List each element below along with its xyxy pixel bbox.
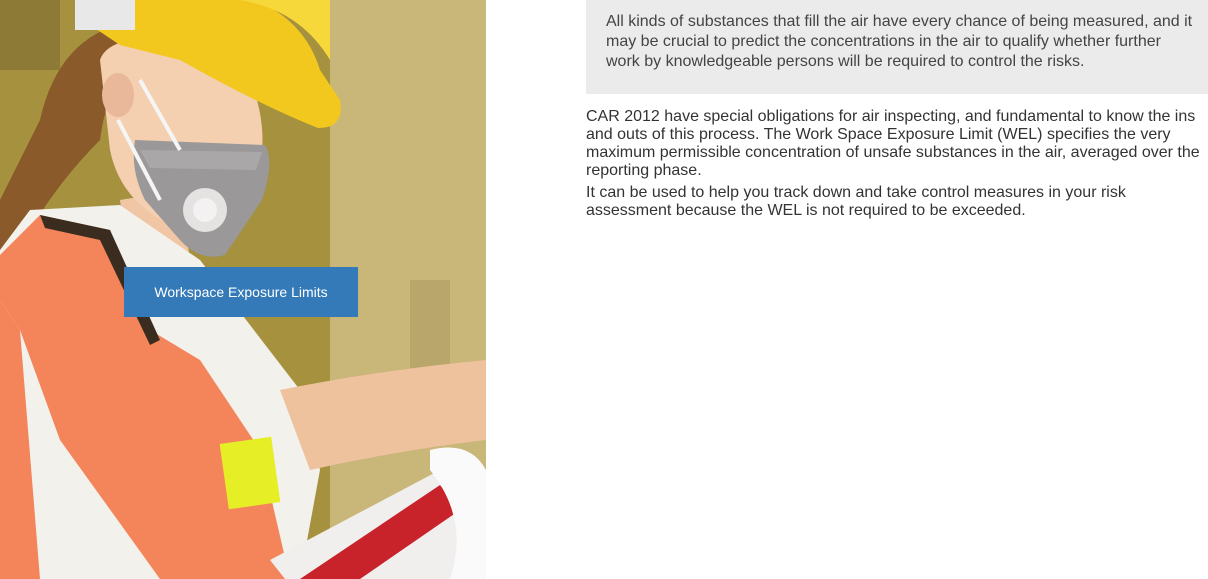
intro-callout: All kinds of substances that fill the ai… xyxy=(586,0,1208,94)
content-paragraph-2: It can be used to help you track down an… xyxy=(586,184,1126,219)
workspace-exposure-limits-button[interactable]: Workspace Exposure Limits xyxy=(124,267,358,317)
hero-image: Workspace Exposure Limits xyxy=(0,0,486,579)
content-paragraph-1: CAR 2012 have special obligations for ai… xyxy=(586,108,1200,179)
callout-text: All kinds of substances that fill the ai… xyxy=(606,13,1193,70)
main-content: CAR 2012 have special obligations for ai… xyxy=(586,108,1208,224)
